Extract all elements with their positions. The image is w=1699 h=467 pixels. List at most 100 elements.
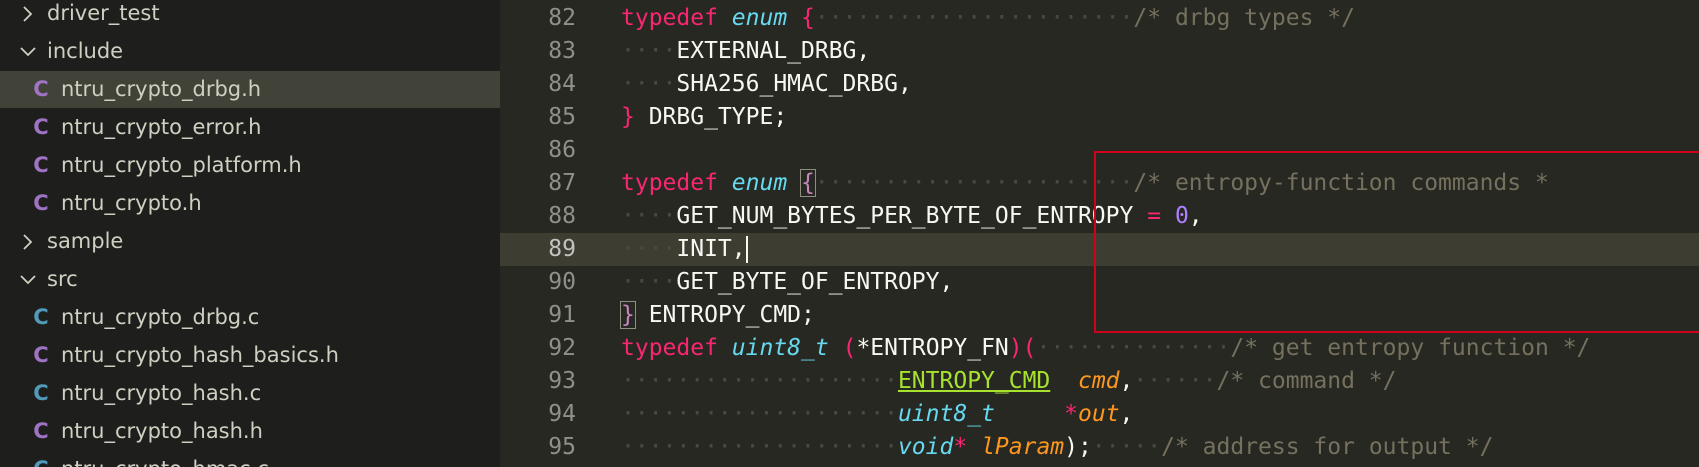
line-number: 89 <box>548 236 576 262</box>
code-token: , <box>1119 401 1134 427</box>
c-header-icon: C <box>33 343 49 367</box>
code-token: /* get entropy function */ <box>1230 335 1591 361</box>
code-token: typedef <box>621 5 718 31</box>
code-token: enum <box>731 5 788 31</box>
code-editor[interactable]: 95 ····················void* lParam);····… <box>500 0 1699 467</box>
file-item-ntru_crypto_hmac.c[interactable]: Cntru_crypto_hmac.c <box>0 451 500 467</box>
folder-label: sample <box>47 229 124 253</box>
file-label: ntru_crypto_hmac.c <box>61 451 269 467</box>
code-text[interactable]: ····EXTERNAL_DRBG, <box>621 35 870 68</box>
code-token: uint8_t <box>897 401 995 427</box>
code-text[interactable]: ····················uint8_t *out, <box>621 398 1133 431</box>
code-text[interactable]: typedef uint8_t (*ENTROPY_FN)(··········… <box>621 332 1590 365</box>
code-line[interactable]: 88 ····GET_NUM_BYTES_PER_BYTE_OF_ENTROPY … <box>500 200 1699 233</box>
code-token: * <box>1064 401 1078 427</box>
code-line[interactable]: 94 ····················uint8_t *out, <box>500 398 1699 431</box>
folder-item-driver_test[interactable]: driver_test <box>0 0 500 32</box>
chevron-right-icon <box>18 0 38 32</box>
code-token: ENTROPY_CMD; <box>634 302 815 328</box>
code-token: cmd <box>1077 368 1120 394</box>
folder-label: driver_test <box>47 1 160 25</box>
file-item-ntru_crypto_hash.h[interactable]: Cntru_crypto_hash.h <box>0 413 500 450</box>
code-token: { <box>800 169 816 197</box>
code-token: typedef <box>621 335 718 361</box>
line-number: 94 <box>548 401 576 427</box>
code-token: uint8_t <box>731 335 829 361</box>
code-token: DRBG_TYPE; <box>634 104 788 130</box>
code-line[interactable]: 92 typedef uint8_t (*ENTROPY_FN)(········… <box>500 332 1699 365</box>
folder-label: src <box>47 267 78 291</box>
code-token: = <box>1147 203 1162 229</box>
code-token: ···· <box>621 38 677 64</box>
code-token: *ENTROPY_FN <box>856 335 1009 361</box>
file-label: ntru_crypto_error.h <box>61 115 262 139</box>
code-line[interactable]: 90 ····GET_BYTE_OF_ENTROPY, <box>500 266 1699 299</box>
file-item-ntru_crypto_drbg.c[interactable]: Cntru_crypto_drbg.c <box>0 299 500 336</box>
folder-item-src[interactable]: src <box>0 261 500 298</box>
code-text[interactable]: ····················void* lParam);·····/… <box>621 431 1493 464</box>
code-text[interactable]: typedef enum {·······················/* … <box>621 2 1355 35</box>
code-token: ······················· <box>814 170 1134 196</box>
code-token: { <box>801 5 815 31</box>
code-line[interactable]: 87 typedef enum {·······················/… <box>500 167 1699 200</box>
code-token: /* drbg types */ <box>1133 5 1355 31</box>
file-item-ntru_crypto_platform.h[interactable]: Cntru_crypto_platform.h <box>0 147 500 184</box>
code-line[interactable]: 86 <box>500 134 1699 167</box>
code-token: ENTROPY_CMD <box>897 368 1051 394</box>
code-token: ···················· <box>621 401 898 427</box>
code-token: 0 <box>1174 203 1189 229</box>
code-token: )( <box>1008 335 1037 361</box>
line-number: 93 <box>548 368 576 394</box>
code-token: void <box>897 434 954 460</box>
c-header-icon: C <box>33 153 49 177</box>
code-text[interactable]: } ENTROPY_CMD; <box>620 299 815 332</box>
code-token: ······················· <box>814 5 1134 31</box>
code-text[interactable]: ····GET_BYTE_OF_ENTROPY, <box>621 266 953 299</box>
code-text[interactable]: } DRBG_TYPE; <box>621 101 787 134</box>
code-line[interactable]: 93 ····················ENTROPY_CMD cmd,··… <box>500 365 1699 398</box>
code-text[interactable]: ····················ENTROPY_CMD cmd,····… <box>621 365 1397 398</box>
code-text[interactable]: ····SHA256_HMAC_DRBG, <box>621 68 912 101</box>
code-line[interactable]: 91} ENTROPY_CMD; <box>500 299 1699 332</box>
code-line[interactable]: 84 ····SHA256_HMAC_DRBG, <box>500 68 1699 101</box>
file-item-ntru_crypto.h[interactable]: Cntru_crypto.h <box>0 185 500 222</box>
line-number: 87 <box>548 170 576 196</box>
file-label: ntru_crypto_hash.h <box>61 419 263 443</box>
code-line[interactable]: 95 ····················void* lParam);····… <box>500 431 1699 464</box>
file-label: ntru_crypto_platform.h <box>61 153 302 177</box>
code-line[interactable]: 82 typedef enum {·······················/… <box>500 2 1699 35</box>
folder-item-include[interactable]: include <box>0 33 500 70</box>
c-source-icon: C <box>33 381 49 405</box>
line-number: 95 <box>548 434 576 460</box>
code-token: } <box>620 301 636 329</box>
file-item-ntru_crypto_drbg.h[interactable]: Cntru_crypto_drbg.h <box>0 71 500 108</box>
line-number: 90 <box>548 269 576 295</box>
code-text[interactable]: ····INIT, <box>621 233 748 266</box>
code-token: typedef <box>621 170 718 196</box>
file-item-ntru_crypto_hash.c[interactable]: Cntru_crypto_hash.c <box>0 375 500 412</box>
code-text[interactable]: typedef enum {·······················/* … <box>621 167 1549 200</box>
code-token: ···· <box>621 71 677 97</box>
code-line[interactable]: 89 ····INIT, <box>500 233 1699 266</box>
file-item-ntru_crypto_hash_basics.h[interactable]: Cntru_crypto_hash_basics.h <box>0 337 500 374</box>
line-number: 91 <box>548 302 576 328</box>
file-item-ntru_crypto_error.h[interactable]: Cntru_crypto_error.h <box>0 109 500 146</box>
code-token: /* address for output */ <box>1161 434 1494 460</box>
chevron-down-icon <box>18 261 38 298</box>
c-header-icon: C <box>33 115 49 139</box>
code-line[interactable]: 83 ····EXTERNAL_DRBG, <box>500 35 1699 68</box>
code-token: out <box>1078 401 1120 427</box>
code-text[interactable]: ····GET_NUM_BYTES_PER_BYTE_OF_ENTROPY = … <box>621 200 1203 233</box>
code-line[interactable]: 85} DRBG_TYPE; <box>500 101 1699 134</box>
folder-item-sample[interactable]: sample <box>0 223 500 260</box>
